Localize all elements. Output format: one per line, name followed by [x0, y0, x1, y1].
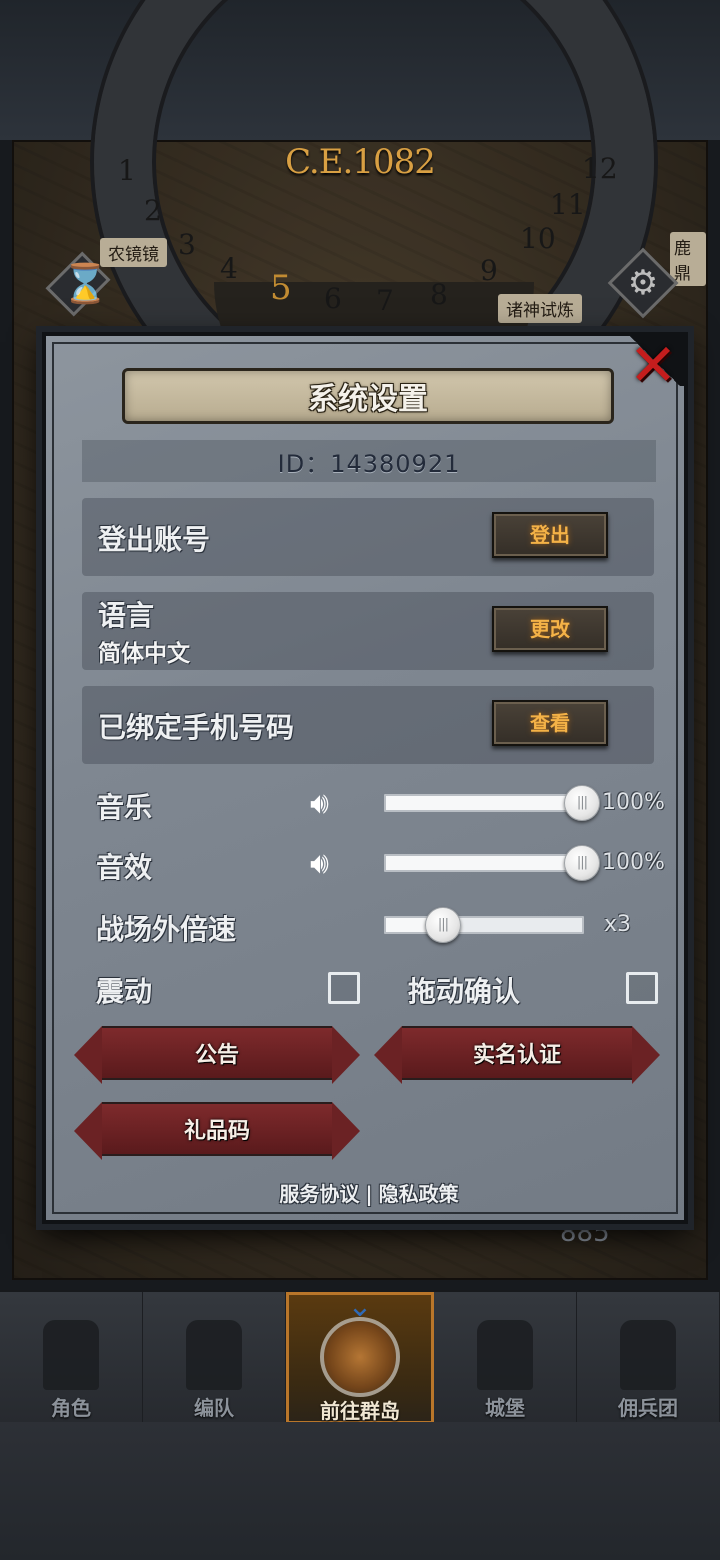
dial-number: 3: [178, 228, 196, 261]
battle-speed-slider[interactable]: |||: [384, 907, 584, 943]
privacy-link[interactable]: 隐私政策: [379, 1182, 459, 1206]
settings-dialog: ✕ 系统设置 ID：14380921 登出账号 登出 语言 简体中文 更改 已绑…: [42, 332, 688, 1224]
dial-number: 11: [550, 188, 586, 221]
speaker-icon[interactable]: 🔊︎: [310, 846, 356, 882]
realname-verify-button[interactable]: 实名认证: [374, 1026, 660, 1084]
era-text: C.E.1082: [285, 142, 436, 182]
nav-item-character[interactable]: 角色: [0, 1292, 143, 1424]
nav-item-islands[interactable]: ⌄ 前往群岛: [286, 1289, 434, 1424]
castle-icon: [477, 1320, 533, 1390]
link-separator: |: [365, 1182, 373, 1206]
slider-fill: [386, 856, 582, 870]
nav-label: 城堡: [485, 1396, 525, 1420]
slider-thumb[interactable]: |||: [425, 907, 461, 943]
compass-icon: [320, 1317, 400, 1397]
gift-button-label: 礼品码: [183, 1119, 250, 1144]
language-row: 语言 简体中文 更改: [82, 592, 654, 670]
dial-number: 7: [376, 284, 394, 317]
game-screen: 1 2 3 4 5 6 7 8 9 10 11 12 农镜镜 诸神试炼 鹿鼎 C…: [0, 0, 720, 1560]
nav-item-mercenary[interactable]: 佣兵团: [577, 1292, 720, 1424]
dial-number: 8: [430, 278, 448, 311]
music-label: 音乐: [96, 791, 153, 824]
view-phone-button[interactable]: 查看: [492, 700, 608, 746]
logout-row: 登出账号 登出: [82, 498, 654, 576]
vibration-checkbox[interactable]: [328, 972, 360, 1004]
location-label[interactable]: 诸神试炼: [498, 294, 582, 323]
nav-item-formation[interactable]: 编队: [143, 1292, 286, 1424]
sound-value: 100%: [602, 850, 665, 875]
language-value: 简体中文: [98, 641, 190, 667]
dial-number: 4: [220, 252, 238, 285]
nav-label: 编队: [194, 1396, 234, 1420]
footer-links: 服务协议 | 隐私政策: [46, 1178, 692, 1207]
vibration-label: 震动: [96, 975, 153, 1008]
drag-confirm-checkbox[interactable]: [626, 972, 658, 1004]
music-slider[interactable]: |||: [384, 785, 600, 821]
dialog-title: 系统设置: [308, 382, 428, 417]
slider-thumb[interactable]: |||: [564, 845, 600, 881]
logout-label: 登出账号: [98, 523, 211, 556]
logout-button[interactable]: 登出: [492, 512, 608, 558]
change-language-button[interactable]: 更改: [492, 606, 608, 652]
player-id: ID：14380921: [277, 449, 461, 478]
phone-row: 已绑定手机号码 查看: [82, 686, 654, 764]
player-id-row: ID：14380921: [82, 440, 656, 482]
slider-fill: [386, 796, 582, 810]
dial-number: 10: [520, 222, 556, 255]
sound-label: 音效: [96, 851, 153, 884]
sound-slider[interactable]: |||: [384, 845, 600, 881]
nav-item-castle[interactable]: 城堡: [434, 1292, 577, 1424]
dial-number: 2: [144, 194, 162, 227]
nav-label: 前往群岛: [320, 1399, 400, 1423]
nav-label: 角色: [51, 1396, 91, 1420]
phone-label: 已绑定手机号码: [98, 711, 295, 744]
drag-confirm-label: 拖动确认: [408, 975, 521, 1008]
nav-label: 佣兵团: [618, 1396, 678, 1420]
dial-number: 6: [324, 282, 342, 315]
location-label[interactable]: 农镜镜: [100, 238, 167, 267]
dial-number: 9: [480, 254, 498, 287]
knight-icon: [43, 1320, 99, 1390]
battle-speed-label: 战场外倍速: [96, 913, 237, 946]
music-value: 100%: [602, 790, 665, 815]
bottom-nav: 角色 编队 ⌄ 前往群岛 城堡 佣兵团: [0, 1289, 720, 1424]
realname-button-label: 实名认证: [472, 1043, 561, 1068]
banner-icon: [620, 1320, 676, 1390]
terms-link[interactable]: 服务协议: [279, 1182, 359, 1206]
location-label[interactable]: 鹿鼎: [670, 232, 706, 286]
notice-button[interactable]: 公告: [74, 1026, 360, 1084]
close-icon[interactable]: ✕: [624, 336, 682, 396]
gift-code-button[interactable]: 礼品码: [74, 1102, 360, 1160]
helmet-icon: [186, 1320, 242, 1390]
speaker-icon[interactable]: 🔊︎: [310, 786, 356, 822]
slider-thumb[interactable]: |||: [564, 785, 600, 821]
battle-speed-value: x3: [604, 912, 632, 937]
notice-button-label: 公告: [194, 1043, 239, 1068]
bottom-band: [0, 1422, 720, 1560]
dialog-title-banner: 系统设置: [122, 368, 614, 424]
dial-number-active: 5: [270, 268, 292, 308]
language-label: 语言: [98, 599, 155, 632]
